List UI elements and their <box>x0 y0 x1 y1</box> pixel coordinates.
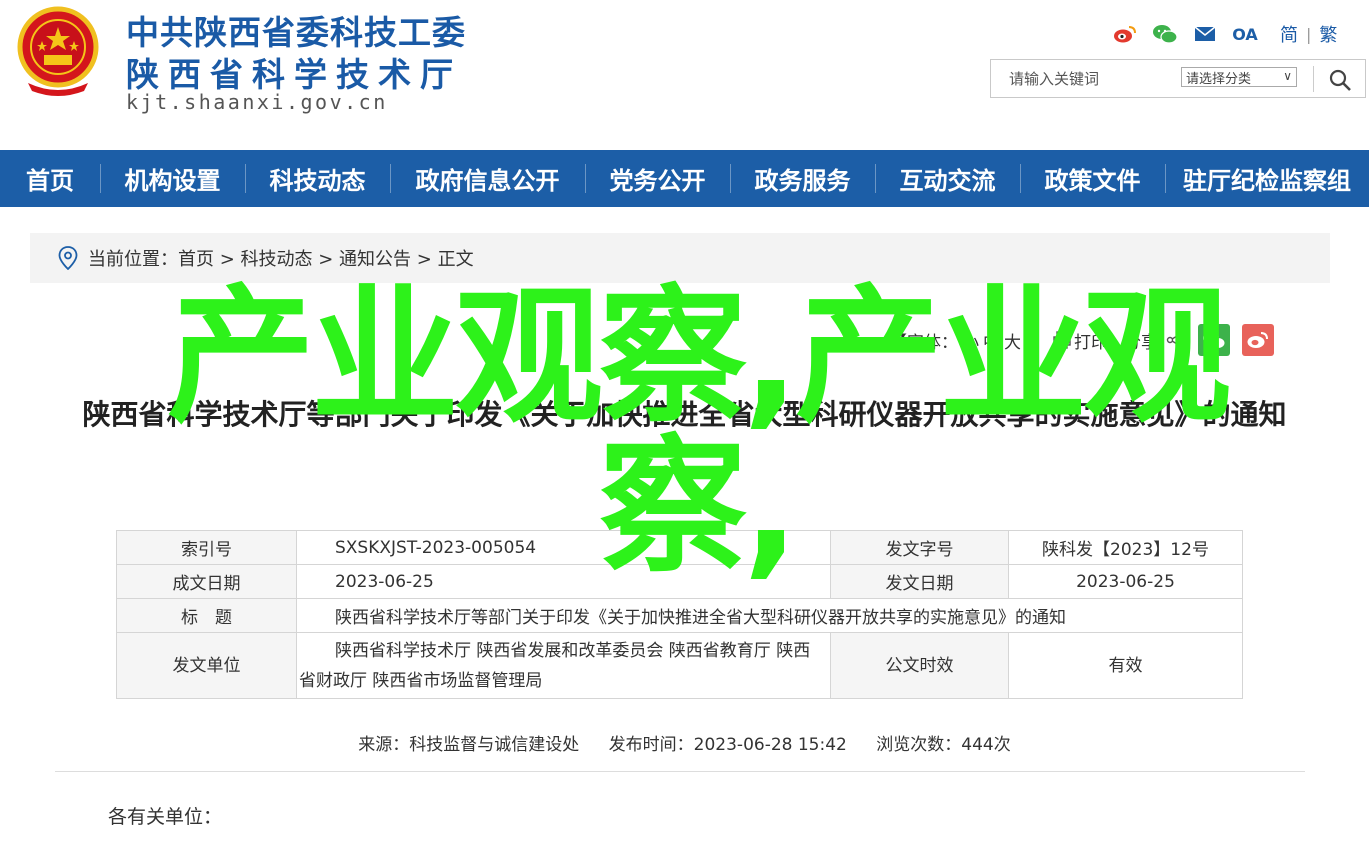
issued-date-value: 2023-06-25 <box>1008 564 1243 599</box>
category-select[interactable]: 请选择分类 ∨ <box>1181 67 1297 87</box>
article-source: 来源：科技监督与诚信建设处 <box>358 735 580 755</box>
mail-icon[interactable] <box>1192 23 1218 45</box>
font-size-label-open: 【字体： <box>890 332 958 353</box>
font-size-label-close: 】 <box>1025 332 1042 353</box>
created-date-label: 成文日期 <box>116 564 297 599</box>
top-utility-bar: OA 简 | 繁 <box>1112 22 1337 46</box>
breadcrumb: 当前位置： 首页 > 科技动态 > 通知公告 > 正文 <box>30 233 1330 283</box>
issuer-value: 陕西省科学技术厅 陕西省发展和改革委员会 陕西省教育厅 陕西省财政厅 陕西省市场… <box>296 632 831 699</box>
national-emblem-icon <box>17 6 99 96</box>
lang-traditional[interactable]: 繁 <box>1319 21 1337 47</box>
document-info-table: 索引号 SXSKXJST-2023-005054 发文字号 陕科发【2023】1… <box>116 530 1243 699</box>
font-size-medium[interactable]: 中 <box>983 328 1000 353</box>
lang-simplified[interactable]: 简 <box>1280 21 1298 47</box>
doc-no-value: 陕科发【2023】12号 <box>1008 530 1243 565</box>
wechat-share-button[interactable] <box>1198 324 1230 356</box>
search-box: 请选择分类 ∨ <box>990 59 1366 98</box>
table-row: 索引号 SXSKXJST-2023-005054 发文字号 陕科发【2023】1… <box>116 530 1243 565</box>
search-divider <box>1313 66 1314 92</box>
doc-no-label: 发文字号 <box>830 530 1009 565</box>
share-label: 分享 <box>1124 332 1158 353</box>
breadcrumb-prefix: 当前位置： <box>88 249 178 270</box>
title-label: 标 题 <box>116 598 297 633</box>
article-publish-time: 发布时间：2023-06-28 15:42 <box>608 735 847 755</box>
validity-value: 有效 <box>1008 632 1243 699</box>
chevron-down-icon: ∨ <box>1283 69 1292 83</box>
nav-item-policy-docs[interactable]: 政策文件 <box>1020 150 1165 207</box>
nav-item-home[interactable]: 首页 <box>0 150 100 207</box>
table-row: 成文日期 2023-06-25 发文日期 2023-06-25 <box>116 564 1243 599</box>
created-date-value: 2023-06-25 <box>296 564 831 599</box>
site-header: 中共陕西省委科技工委 陕西省科学技术厅 kjt.shaanxi.gov.cn O… <box>0 0 1369 150</box>
weibo-icon <box>1247 332 1268 348</box>
main-nav: 首页 机构设置 科技动态 政府信息公开 党务公开 政务服务 互动交流 政策文件 … <box>0 150 1369 207</box>
search-icon <box>1329 69 1351 91</box>
validity-label: 公文时效 <box>830 632 1009 699</box>
article-title: 陕西省科学技术厅等部门关于印发《关于加快推进全省大型科研仪器开放共享的实施意见》… <box>82 398 1287 431</box>
nav-item-organization[interactable]: 机构设置 <box>100 150 245 207</box>
nav-item-tech-news[interactable]: 科技动态 <box>245 150 390 207</box>
lang-separator: | <box>1306 24 1312 44</box>
table-row: 发文单位 陕西省科学技术厅 陕西省发展和改革委员会 陕西省教育厅 陕西省财政厅 … <box>116 632 1243 699</box>
article-meta: 来源：科技监督与诚信建设处 发布时间：2023-06-28 15:42 浏览次数… <box>0 730 1369 755</box>
org-name-department: 陕西省科学技术厅 <box>126 55 462 94</box>
article-tools: 【字体： 小 中 大 】 打印 分享 <box>888 323 1274 357</box>
search-button[interactable] <box>1325 66 1355 94</box>
oa-link[interactable]: OA <box>1232 23 1258 45</box>
table-row: 标 题 陕西省科学技术厅等部门关于印发《关于加快推进全省大型科研仪器开放共享的实… <box>116 598 1243 633</box>
print-icon[interactable] <box>1052 330 1072 350</box>
font-size-large[interactable]: 大 <box>1004 328 1021 353</box>
search-input[interactable] <box>997 66 1167 92</box>
site-domain: kjt.shaanxi.gov.cn <box>126 90 388 114</box>
print-button[interactable]: 打印 <box>1074 328 1108 353</box>
nav-item-gov-info[interactable]: 政府信息公开 <box>390 150 585 207</box>
nav-item-party-affairs[interactable]: 党务公开 <box>585 150 730 207</box>
index-label: 索引号 <box>116 530 297 565</box>
divider <box>55 771 1305 772</box>
nav-item-gov-services[interactable]: 政务服务 <box>730 150 875 207</box>
breadcrumb-path[interactable]: 首页 > 科技动态 > 通知公告 > 正文 <box>178 245 474 271</box>
weibo-share-button[interactable] <box>1242 324 1274 356</box>
article-salutation: 各有关单位： <box>108 806 223 828</box>
issued-date-label: 发文日期 <box>830 564 1009 599</box>
article-view-count: 浏览次数：444次 <box>876 735 1011 755</box>
title-value: 陕西省科学技术厅等部门关于印发《关于加快推进全省大型科研仪器开放共享的实施意见》… <box>296 598 1243 633</box>
location-pin-icon <box>58 246 78 270</box>
issuer-label: 发文单位 <box>116 632 297 699</box>
share-icon[interactable] <box>1166 331 1184 349</box>
font-size-small[interactable]: 小 <box>962 328 979 353</box>
index-value: SXSKXJST-2023-005054 <box>296 530 831 565</box>
nav-item-discipline-team[interactable]: 驻厅纪检监察组 <box>1165 150 1369 207</box>
category-selected-value: 请选择分类 <box>1186 71 1252 87</box>
language-switch: 简 | 繁 <box>1280 21 1337 47</box>
wechat-icon <box>1203 331 1226 349</box>
nav-item-interaction[interactable]: 互动交流 <box>875 150 1020 207</box>
weibo-icon[interactable] <box>1112 23 1138 45</box>
org-name-party: 中共陕西省委科技工委 <box>126 13 466 52</box>
wechat-icon[interactable] <box>1152 23 1178 45</box>
